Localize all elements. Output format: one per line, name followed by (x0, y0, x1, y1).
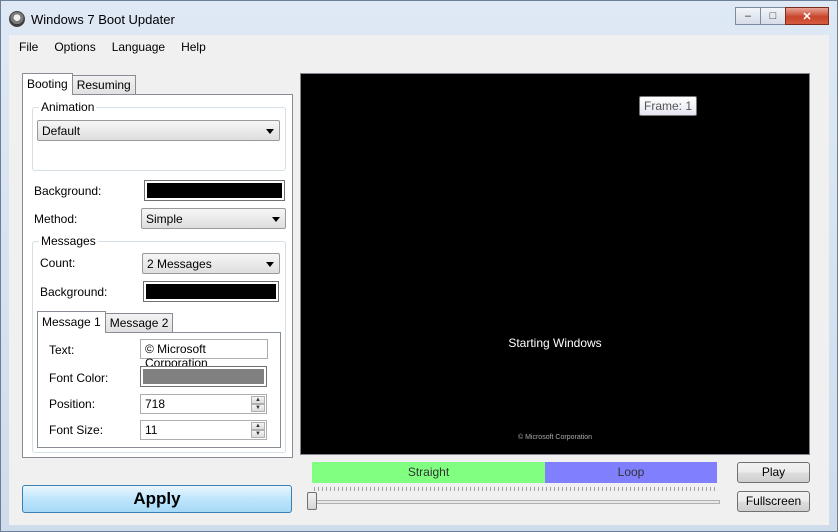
position-spin-buttons[interactable]: ▲ ▼ (251, 396, 265, 412)
frame-indicator: Frame: 1 (639, 96, 698, 116)
messages-background-label: Background: (40, 285, 108, 299)
background-label: Background: (34, 184, 102, 198)
client-area: File Options Language Help Booting Resum… (9, 35, 829, 525)
font-color-swatch (143, 369, 264, 384)
method-value: Simple (146, 212, 183, 226)
main-tabs: Booting Resuming (22, 73, 136, 95)
message-tabs: Message 1 Message 2 (37, 311, 174, 333)
fullscreen-button[interactable]: Fullscreen (737, 491, 810, 512)
position-stepper[interactable]: 718 ▲ ▼ (140, 394, 267, 414)
messages-group: Messages Count: 2 Messages Background: M… (32, 234, 286, 453)
menu-language[interactable]: Language (104, 37, 173, 57)
font-size-spin-buttons[interactable]: ▲ ▼ (251, 422, 265, 438)
app-icon (9, 11, 25, 27)
play-button[interactable]: Play (737, 462, 810, 483)
messages-background-color-button[interactable] (143, 281, 279, 302)
app-window: Windows 7 Boot Updater – □ ✕ File Option… (0, 0, 838, 532)
chevron-down-icon (266, 262, 274, 267)
animation-value: Default (42, 124, 81, 138)
chevron-down-icon (266, 129, 274, 134)
window-title: Windows 7 Boot Updater (31, 12, 175, 27)
animation-legend: Animation (39, 100, 97, 114)
tab-booting[interactable]: Booting (22, 73, 73, 95)
apply-button[interactable]: Apply (22, 485, 292, 513)
window-controls: – □ ✕ (735, 7, 829, 25)
tab-message-2[interactable]: Message 2 (104, 313, 174, 332)
font-color-label: Font Color: (49, 371, 109, 385)
count-label: Count: (40, 256, 76, 270)
copyright-text: © Microsoft Corporation (517, 434, 593, 441)
background-color-button[interactable] (144, 180, 285, 201)
close-button[interactable]: ✕ (785, 7, 829, 25)
animation-select[interactable]: Default (37, 120, 280, 141)
menu-options[interactable]: Options (46, 37, 103, 57)
booting-panel: Animation Default Background: Method: Si… (22, 94, 293, 458)
tab-resuming[interactable]: Resuming (71, 75, 136, 94)
timeline-loop-segment[interactable]: Loop (545, 462, 717, 483)
position-label: Position: (49, 397, 96, 411)
spin-down-icon[interactable]: ▼ (251, 404, 265, 412)
count-select[interactable]: 2 Messages (142, 253, 280, 274)
menu-bar: File Options Language Help (9, 35, 829, 59)
frame-slider-track[interactable] (312, 500, 720, 504)
messages-background-swatch (146, 284, 276, 299)
font-size-stepper[interactable]: 11 ▲ ▼ (140, 420, 267, 440)
starting-windows-text: Starting Windows (508, 336, 602, 350)
method-select[interactable]: Simple (141, 208, 286, 229)
position-value: 718 (145, 397, 166, 411)
spin-up-icon[interactable]: ▲ (251, 422, 265, 430)
font-size-label: Font Size: (49, 423, 104, 437)
message-text-input[interactable]: © Microsoft Corporation (140, 339, 268, 370)
animation-group: Animation Default (32, 100, 286, 171)
count-value: 2 Messages (147, 257, 212, 271)
boot-preview: Frame: 1 Starting Windows © Microsoft Co… (300, 73, 810, 455)
minimize-button[interactable]: – (735, 7, 761, 25)
menu-help[interactable]: Help (173, 37, 214, 57)
method-label: Method: (34, 212, 78, 226)
font-size-value: 11 (145, 423, 158, 437)
spin-down-icon[interactable]: ▼ (251, 430, 265, 438)
menu-file[interactable]: File (11, 37, 46, 57)
font-color-button[interactable] (140, 366, 267, 387)
background-color-swatch (147, 183, 282, 198)
tab-message-1[interactable]: Message 1 (37, 311, 106, 333)
timeline-straight-segment[interactable]: Straight (312, 462, 545, 483)
frame-slider-thumb[interactable] (307, 492, 317, 510)
slider-ticks (314, 487, 718, 491)
chevron-down-icon (272, 217, 280, 222)
title-bar[interactable]: Windows 7 Boot Updater – □ ✕ (1, 1, 837, 35)
animation-timeline: Straight Loop (312, 462, 717, 483)
maximize-button[interactable]: □ (760, 7, 786, 25)
text-label: Text: (49, 343, 75, 357)
messages-legend: Messages (39, 234, 98, 248)
spin-up-icon[interactable]: ▲ (251, 396, 265, 404)
message-1-panel: Text: © Microsoft Corporation Font Color… (37, 332, 281, 448)
